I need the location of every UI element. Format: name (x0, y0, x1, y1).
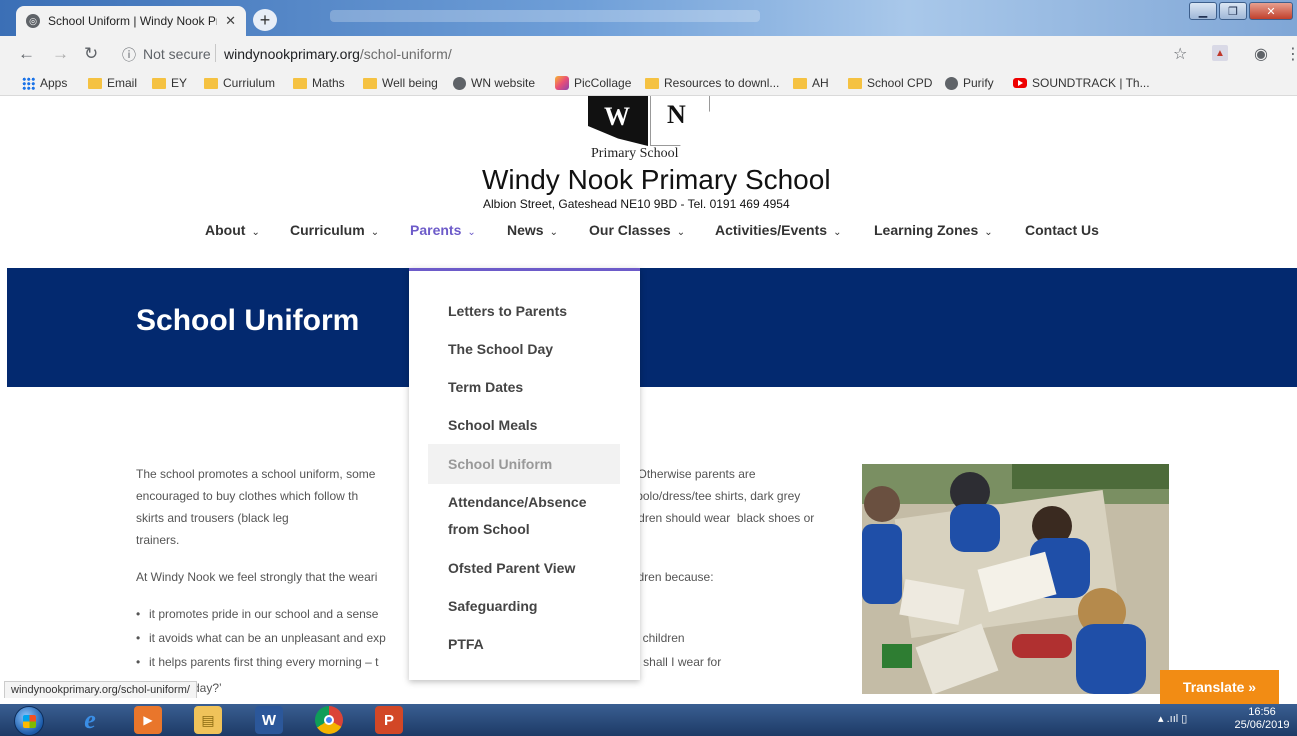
globe-icon (945, 76, 958, 90)
classroom-photo-art (862, 464, 1169, 694)
bookmark-purify[interactable]: Purify (945, 76, 994, 90)
classroom-photo (862, 464, 1169, 694)
chevron-down-icon: ⌄ (833, 227, 842, 238)
site-title[interactable]: Windy Nook Primary School (482, 164, 831, 196)
url-path: /schol-uniform/ (359, 46, 452, 62)
menu-item-attendance-absence[interactable]: Attendance/Absence from School (448, 489, 618, 543)
folder-icon (88, 77, 102, 89)
forward-icon[interactable]: → (52, 44, 69, 64)
info-icon[interactable]: ⓘ (122, 45, 136, 65)
apps-grid-icon (22, 76, 35, 90)
clock-date: 25/06/2019 (1234, 719, 1290, 731)
chevron-down-icon: ⌄ (984, 227, 993, 238)
menu-item-term-dates[interactable]: Term Dates (448, 374, 618, 401)
security-label: Not secure (143, 46, 211, 62)
url-text[interactable]: windynookprimary.org/schol-uniform/ (224, 46, 452, 62)
school-logo-left[interactable]: W (588, 96, 648, 146)
bookmark-maths[interactable]: Maths (293, 76, 345, 90)
restore-button[interactable]: ❐ (1219, 2, 1247, 20)
reload-icon[interactable]: ↻ (84, 44, 98, 64)
screenshot-root: ◎ School Uniform | Windy Nook Pr ✕ + ▁ ❐… (0, 0, 1297, 736)
link-status-bar: windynookprimary.org/schol-uniform/ (4, 681, 197, 698)
bookmark-soundtrack[interactable]: SOUNDTRACK | Th... (1013, 76, 1150, 90)
nav-about[interactable]: About ⌄ (205, 222, 260, 238)
bookmark-ah[interactable]: AH (793, 76, 829, 90)
nav-curriculum[interactable]: Curriculum ⌄ (290, 222, 379, 238)
nav-our-classes[interactable]: Our Classes ⌄ (589, 222, 685, 238)
bookmark-school-cpd[interactable]: School CPD (848, 76, 932, 90)
nav-news[interactable]: News ⌄ (507, 222, 558, 238)
minimize-button[interactable]: ▁ (1189, 2, 1217, 20)
url-domain: windynookprimary.org (224, 46, 360, 62)
menu-item-school-meals[interactable]: School Meals (448, 412, 618, 439)
folder-icon (793, 77, 807, 89)
background-window-title (330, 10, 760, 22)
bookmark-wn-website[interactable]: WN website (453, 76, 535, 90)
folder-icon (645, 77, 659, 89)
bookmark-email[interactable]: Email (88, 76, 137, 90)
folder-icon (848, 77, 862, 89)
back-icon[interactable]: ← (18, 44, 35, 64)
bookmark-curriculum[interactable]: Curriulum (204, 76, 275, 90)
folder-icon (363, 77, 377, 89)
menu-icon[interactable]: ⋮ (1285, 44, 1297, 64)
account-icon[interactable]: ◉ (1254, 44, 1268, 64)
clock-time: 16:56 (1248, 706, 1276, 718)
pdf-extension-icon[interactable]: ▲ (1212, 45, 1228, 61)
page-title: School Uniform (136, 304, 360, 337)
bookmark-apps[interactable]: Apps (22, 76, 67, 90)
browser-tab[interactable]: ◎ School Uniform | Windy Nook Pr ✕ (16, 6, 246, 36)
star-icon[interactable]: ☆ (1173, 44, 1187, 64)
tab-strip: ◎ School Uniform | Windy Nook Pr ✕ + ▁ ❐… (0, 0, 1297, 36)
chevron-down-icon: ⌄ (251, 227, 260, 238)
menu-item-safeguarding[interactable]: Safeguarding (448, 593, 618, 620)
nav-parents[interactable]: Parents ⌄ (410, 222, 476, 238)
site-address: Albion Street, Gateshead NE10 9BD - Tel.… (483, 197, 790, 211)
media-player-icon[interactable]: ▶ (134, 706, 162, 734)
bookmark-piccollage[interactable]: PicCollage (555, 76, 631, 90)
system-tray[interactable]: ▴ .ııl ▯ (1158, 712, 1187, 725)
address-separator (215, 44, 216, 62)
nav-contact-us[interactable]: Contact Us (1025, 222, 1099, 238)
folder-icon (293, 77, 307, 89)
bookmark-well-being[interactable]: Well being (363, 76, 438, 90)
menu-item-ptfa[interactable]: PTFA (448, 631, 618, 658)
menu-item-school-uniform[interactable]: School Uniform (448, 451, 618, 478)
bookmark-resources[interactable]: Resources to downl... (645, 76, 779, 90)
globe-icon (453, 76, 466, 90)
translate-button[interactable]: Translate » (1160, 670, 1279, 704)
globe-icon: ◎ (26, 14, 40, 28)
menu-item-ofsted-parent-view[interactable]: Ofsted Parent View (448, 555, 618, 582)
chevron-down-icon: ⌄ (676, 227, 686, 238)
parents-dropdown-menu: Letters to Parents The School Day Term D… (409, 268, 640, 680)
menu-item-the-school-day[interactable]: The School Day (448, 336, 618, 363)
folder-icon (152, 77, 166, 89)
internet-explorer-icon[interactable]: e (76, 705, 104, 734)
logo-subtitle: Primary School (591, 146, 679, 161)
window-close-button[interactable]: ✕ (1249, 2, 1293, 20)
chrome-icon[interactable] (315, 706, 343, 734)
powerpoint-icon[interactable]: P (375, 706, 403, 734)
piccollage-icon (555, 76, 569, 90)
school-logo-right[interactable]: N (650, 96, 710, 146)
chevron-down-icon: ⌄ (549, 227, 558, 238)
folder-icon (204, 77, 218, 89)
bookmark-ey[interactable]: EY (152, 76, 187, 90)
chevron-down-icon: ⌄ (467, 227, 476, 238)
window-controls: ▁ ❐ ✕ (1189, 2, 1293, 20)
file-explorer-icon[interactable]: ▤ (194, 706, 222, 734)
tab-title: School Uniform | Windy Nook Pr (48, 14, 218, 28)
menu-item-letters-to-parents[interactable]: Letters to Parents (448, 298, 618, 325)
new-tab-button[interactable]: + (253, 9, 277, 31)
nav-learning-zones[interactable]: Learning Zones ⌄ (874, 222, 993, 238)
taskbar-clock[interactable]: 16:56 25/06/2019 (1232, 706, 1292, 732)
youtube-icon (1013, 78, 1027, 88)
word-icon[interactable]: W (255, 706, 283, 734)
nav-activities-events[interactable]: Activities/Events ⌄ (715, 222, 841, 238)
close-icon[interactable]: ✕ (225, 13, 236, 29)
list-item-continuation: day?’ (193, 681, 222, 695)
chevron-down-icon: ⌄ (370, 227, 380, 238)
start-button[interactable] (14, 706, 44, 736)
